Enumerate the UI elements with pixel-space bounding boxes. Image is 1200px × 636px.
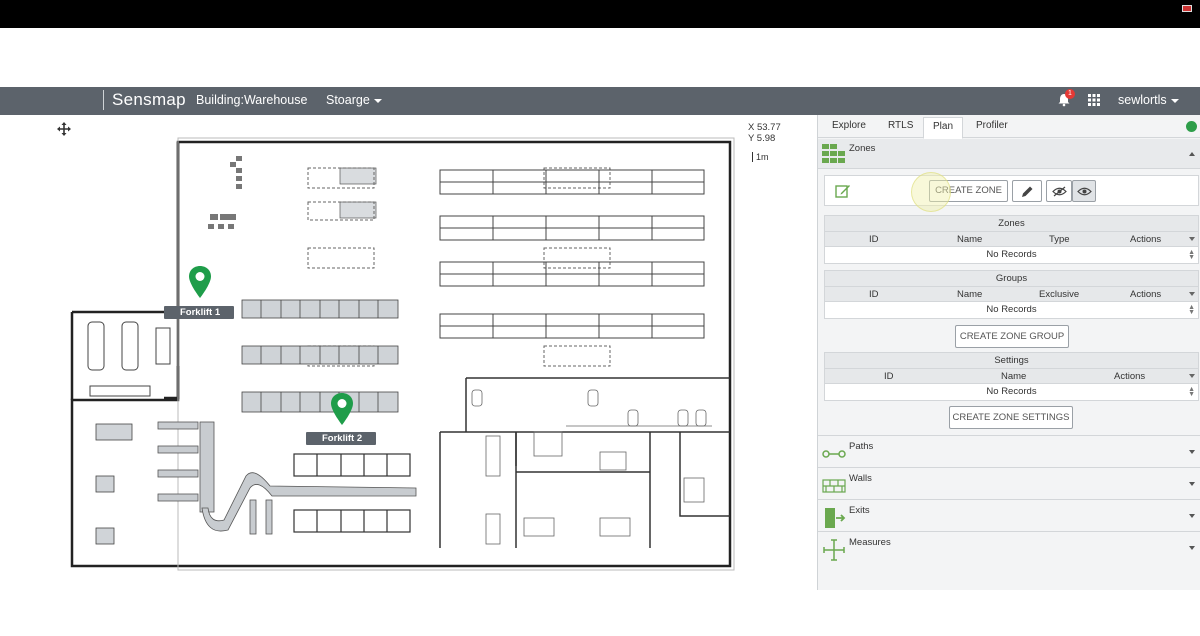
- notification-badge: 1: [1065, 89, 1075, 99]
- groups-table-empty: No Records ▲ ▼: [825, 302, 1198, 318]
- settings-table-header: ID Name Actions: [825, 369, 1198, 384]
- status-ok-icon: [1186, 121, 1197, 132]
- coord-y: Y 5.98: [748, 133, 776, 144]
- chevron-down-icon: [1170, 98, 1179, 103]
- exits-section-title: Exits: [849, 505, 870, 516]
- scroll-arrows-icon[interactable]: ▲ ▼: [1188, 386, 1195, 398]
- paths-section-header[interactable]: Paths: [818, 435, 1200, 467]
- column-id[interactable]: ID: [869, 289, 879, 300]
- panel-tabs: Explore RTLS Plan Profiler: [818, 115, 1200, 139]
- zones-table: Zones ID Name Type Actions No Records ▲ ▼: [824, 215, 1199, 264]
- cursor-coordinates: X 53.77 Y 5.98: [748, 122, 781, 144]
- zones-table-empty: No Records ▲ ▼: [825, 247, 1198, 263]
- flag-icon: [1182, 5, 1192, 12]
- sort-down-icon[interactable]: [1189, 237, 1195, 241]
- eye-icon: [1077, 187, 1092, 196]
- groups-table-header: ID Name Exclusive Actions: [825, 287, 1198, 302]
- forklift-1-pin-icon[interactable]: [188, 265, 212, 299]
- chevron-up-icon[interactable]: [1189, 152, 1195, 156]
- user-menu[interactable]: sewlortls: [1118, 93, 1179, 107]
- path-icon: [822, 450, 846, 458]
- tab-rtls[interactable]: RTLS: [888, 120, 913, 131]
- settings-table-empty: No Records ▲ ▼: [825, 384, 1198, 400]
- user-name: sewlortls: [1118, 93, 1167, 107]
- paths-section-title: Paths: [849, 441, 874, 452]
- brand-logo[interactable]: Sensmap: [103, 90, 186, 110]
- settings-table-title: Settings: [825, 353, 1198, 369]
- settings-table: Settings ID Name Actions No Records ▲ ▼: [824, 352, 1199, 401]
- column-actions[interactable]: Actions: [1130, 289, 1161, 300]
- move-icon[interactable]: [57, 122, 71, 136]
- measures-section-title: Measures: [849, 537, 891, 548]
- tab-plan[interactable]: Plan: [923, 117, 964, 139]
- column-name[interactable]: Name: [1001, 371, 1026, 382]
- top-navbar: Sensmap Building:Warehouse Stoarge 1 sew…: [0, 87, 1200, 115]
- exit-door-icon: [825, 508, 846, 528]
- no-records-label: No Records: [986, 386, 1037, 397]
- column-name[interactable]: Name: [957, 289, 982, 300]
- zones-grid-icon: [822, 144, 845, 163]
- click-highlight: [911, 172, 951, 212]
- create-zone-settings-button[interactable]: CREATE ZONE SETTINGS: [949, 406, 1073, 429]
- measures-section-header[interactable]: Measures: [818, 531, 1200, 563]
- chevron-down-icon: [373, 98, 382, 103]
- chevron-down-icon[interactable]: [1189, 514, 1195, 518]
- create-zone-group-button[interactable]: CREATE ZONE GROUP: [955, 325, 1069, 348]
- groups-table-title: Groups: [825, 271, 1198, 287]
- edit-note-icon[interactable]: [835, 183, 851, 199]
- storage-dropdown[interactable]: Stoarge: [326, 93, 382, 107]
- chevron-down-icon[interactable]: [1189, 450, 1195, 454]
- zones-section-title: Zones: [849, 143, 876, 154]
- column-name[interactable]: Name: [957, 234, 982, 245]
- tab-explore[interactable]: Explore: [832, 120, 866, 131]
- eye-off-icon: [1052, 186, 1067, 197]
- groups-table: Groups ID Name Exclusive Actions No Reco…: [824, 270, 1199, 319]
- tab-profiler[interactable]: Profiler: [976, 120, 1008, 131]
- zones-toolbar: CREATE ZONE: [824, 172, 1199, 212]
- hide-zones-button[interactable]: [1046, 180, 1072, 202]
- storage-dropdown-label: Stoarge: [326, 93, 370, 107]
- exits-section-header[interactable]: Exits: [818, 499, 1200, 531]
- walls-section-title: Walls: [849, 473, 872, 484]
- column-actions[interactable]: Actions: [1130, 234, 1161, 245]
- zones-table-header: ID Name Type Actions: [825, 232, 1198, 247]
- walls-section-header[interactable]: Walls: [818, 467, 1200, 499]
- scroll-arrows-icon[interactable]: ▲ ▼: [1188, 304, 1195, 316]
- no-records-label: No Records: [986, 249, 1037, 260]
- building-label[interactable]: Building:Warehouse: [196, 93, 307, 107]
- scale-indicator: 1m: [752, 152, 769, 162]
- pencil-icon: [1022, 186, 1033, 197]
- floor-plan[interactable]: [60, 136, 750, 576]
- chevron-down-icon[interactable]: [1189, 482, 1195, 486]
- measure-icon: [823, 539, 845, 561]
- column-type[interactable]: Type: [1049, 234, 1070, 245]
- column-exclusive[interactable]: Exclusive: [1039, 289, 1079, 300]
- sort-down-icon[interactable]: [1189, 292, 1195, 296]
- zones-section-header[interactable]: Zones: [818, 139, 1200, 169]
- wall-icon: [822, 479, 846, 493]
- sort-down-icon[interactable]: [1189, 374, 1195, 378]
- draw-pencil-button[interactable]: [1012, 180, 1042, 202]
- no-records-label: No Records: [986, 304, 1037, 315]
- zones-table-title: Zones: [825, 216, 1198, 232]
- column-actions[interactable]: Actions: [1114, 371, 1145, 382]
- apps-grid-icon[interactable]: [1088, 94, 1100, 106]
- side-panel: Explore RTLS Plan Profiler Zones CREATE …: [817, 115, 1200, 590]
- forklift-2-label[interactable]: Forklift 2: [306, 432, 377, 445]
- forklift-2-pin-icon[interactable]: [330, 392, 354, 426]
- coord-x: X 53.77: [748, 122, 781, 133]
- top-black-bar: [0, 0, 1200, 28]
- show-zones-button[interactable]: [1072, 180, 1096, 202]
- column-id[interactable]: ID: [869, 234, 879, 245]
- column-id[interactable]: ID: [884, 371, 894, 382]
- forklift-1-label[interactable]: Forklift 1: [164, 306, 235, 319]
- chevron-down-icon[interactable]: [1189, 546, 1195, 550]
- scroll-arrows-icon[interactable]: ▲ ▼: [1188, 249, 1195, 261]
